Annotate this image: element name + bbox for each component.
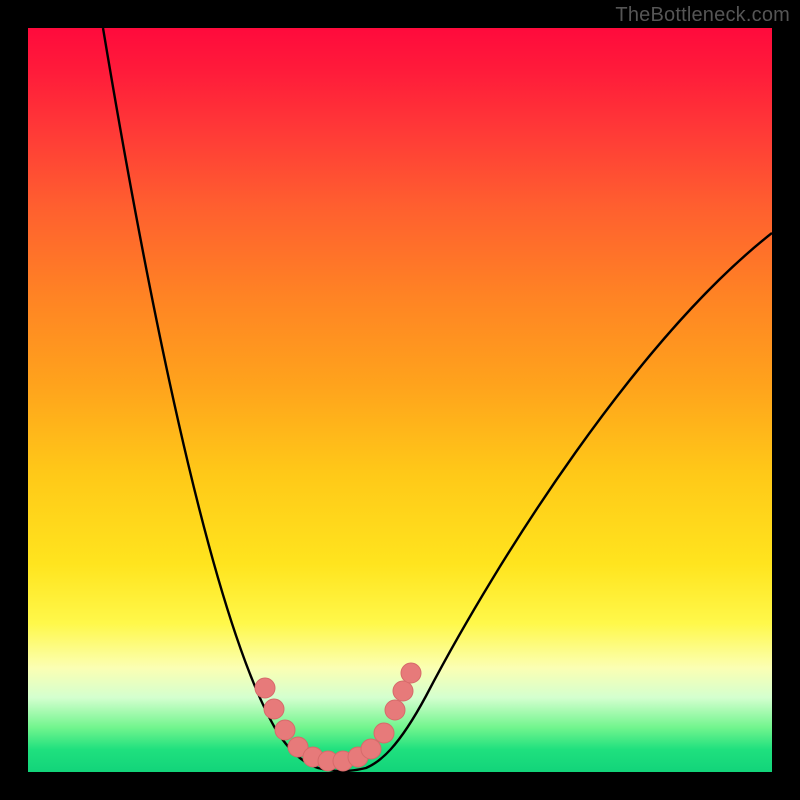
plot-area xyxy=(28,28,772,772)
gradient-background xyxy=(28,28,772,772)
outer-frame: TheBottleneck.com xyxy=(0,0,800,800)
watermark-text: TheBottleneck.com xyxy=(615,4,790,27)
